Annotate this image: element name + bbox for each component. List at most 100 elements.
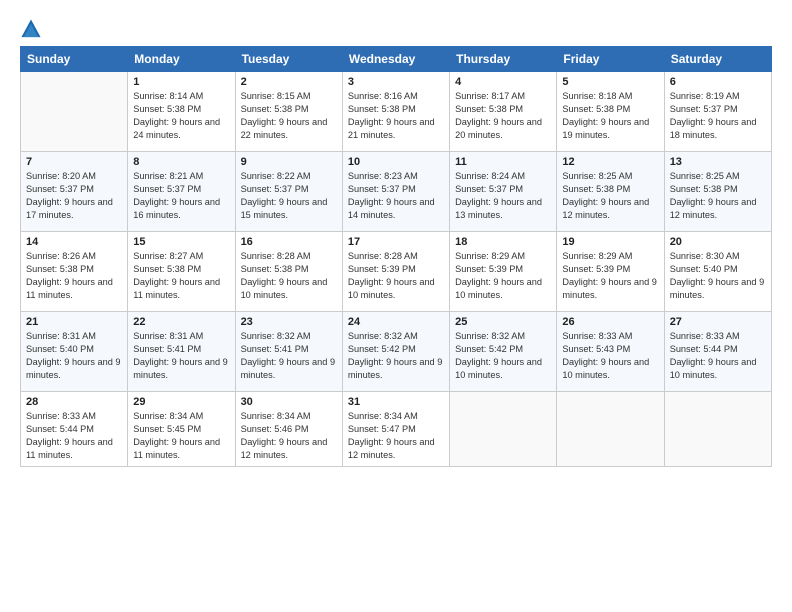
calendar-cell: 27 Sunrise: 8:33 AM Sunset: 5:44 PM Dayl… (664, 312, 771, 392)
day-number: 14 (26, 236, 122, 248)
sunset: Sunset: 5:37 PM (26, 184, 94, 194)
sunset: Sunset: 5:38 PM (562, 104, 630, 114)
calendar-day-header: Wednesday (342, 47, 449, 72)
day-info: Sunrise: 8:16 AM Sunset: 5:38 PM Dayligh… (348, 90, 444, 142)
sunset: Sunset: 5:42 PM (455, 344, 523, 354)
day-info: Sunrise: 8:27 AM Sunset: 5:38 PM Dayligh… (133, 250, 229, 302)
calendar-cell: 28 Sunrise: 8:33 AM Sunset: 5:44 PM Dayl… (21, 392, 128, 467)
day-info: Sunrise: 8:28 AM Sunset: 5:38 PM Dayligh… (241, 250, 337, 302)
sunrise: Sunrise: 8:24 AM (455, 171, 525, 181)
calendar-cell: 13 Sunrise: 8:25 AM Sunset: 5:38 PM Dayl… (664, 152, 771, 232)
day-info: Sunrise: 8:33 AM Sunset: 5:43 PM Dayligh… (562, 330, 658, 382)
day-number: 21 (26, 316, 122, 328)
sunset: Sunset: 5:39 PM (455, 264, 523, 274)
sunset: Sunset: 5:38 PM (562, 184, 630, 194)
sunrise: Sunrise: 8:31 AM (133, 331, 203, 341)
daylight: Daylight: 9 hours and 12 minutes. (241, 437, 328, 460)
logo-icon (20, 18, 42, 40)
daylight: Daylight: 9 hours and 13 minutes. (455, 197, 542, 220)
calendar-cell: 7 Sunrise: 8:20 AM Sunset: 5:37 PM Dayli… (21, 152, 128, 232)
sunset: Sunset: 5:39 PM (348, 264, 416, 274)
day-info: Sunrise: 8:18 AM Sunset: 5:38 PM Dayligh… (562, 90, 658, 142)
calendar-cell: 23 Sunrise: 8:32 AM Sunset: 5:41 PM Dayl… (235, 312, 342, 392)
page: SundayMondayTuesdayWednesdayThursdayFrid… (0, 0, 792, 612)
sunset: Sunset: 5:47 PM (348, 424, 416, 434)
daylight: Daylight: 9 hours and 20 minutes. (455, 117, 542, 140)
daylight: Daylight: 9 hours and 9 minutes. (26, 357, 121, 380)
day-info: Sunrise: 8:25 AM Sunset: 5:38 PM Dayligh… (562, 170, 658, 222)
sunset: Sunset: 5:38 PM (241, 264, 309, 274)
sunrise: Sunrise: 8:32 AM (241, 331, 311, 341)
day-number: 16 (241, 236, 337, 248)
sunrise: Sunrise: 8:19 AM (670, 91, 740, 101)
sunrise: Sunrise: 8:25 AM (670, 171, 740, 181)
sunrise: Sunrise: 8:33 AM (670, 331, 740, 341)
calendar-cell: 10 Sunrise: 8:23 AM Sunset: 5:37 PM Dayl… (342, 152, 449, 232)
daylight: Daylight: 9 hours and 10 minutes. (670, 357, 757, 380)
calendar-cell: 20 Sunrise: 8:30 AM Sunset: 5:40 PM Dayl… (664, 232, 771, 312)
calendar-cell: 25 Sunrise: 8:32 AM Sunset: 5:42 PM Dayl… (450, 312, 557, 392)
calendar-cell: 30 Sunrise: 8:34 AM Sunset: 5:46 PM Dayl… (235, 392, 342, 467)
day-number: 28 (26, 396, 122, 408)
day-number: 6 (670, 76, 766, 88)
day-info: Sunrise: 8:34 AM Sunset: 5:47 PM Dayligh… (348, 410, 444, 462)
daylight: Daylight: 9 hours and 9 minutes. (241, 357, 336, 380)
sunset: Sunset: 5:45 PM (133, 424, 201, 434)
daylight: Daylight: 9 hours and 10 minutes. (562, 357, 649, 380)
sunset: Sunset: 5:42 PM (348, 344, 416, 354)
sunset: Sunset: 5:38 PM (26, 264, 94, 274)
day-number: 25 (455, 316, 551, 328)
daylight: Daylight: 9 hours and 11 minutes. (26, 277, 113, 300)
calendar-cell: 6 Sunrise: 8:19 AM Sunset: 5:37 PM Dayli… (664, 72, 771, 152)
sunrise: Sunrise: 8:32 AM (455, 331, 525, 341)
sunset: Sunset: 5:41 PM (133, 344, 201, 354)
day-info: Sunrise: 8:25 AM Sunset: 5:38 PM Dayligh… (670, 170, 766, 222)
calendar-cell: 29 Sunrise: 8:34 AM Sunset: 5:45 PM Dayl… (128, 392, 235, 467)
daylight: Daylight: 9 hours and 10 minutes. (348, 277, 435, 300)
sunset: Sunset: 5:40 PM (26, 344, 94, 354)
day-info: Sunrise: 8:29 AM Sunset: 5:39 PM Dayligh… (562, 250, 658, 302)
day-number: 26 (562, 316, 658, 328)
daylight: Daylight: 9 hours and 10 minutes. (455, 357, 542, 380)
sunrise: Sunrise: 8:33 AM (562, 331, 632, 341)
calendar-cell: 9 Sunrise: 8:22 AM Sunset: 5:37 PM Dayli… (235, 152, 342, 232)
daylight: Daylight: 9 hours and 10 minutes. (455, 277, 542, 300)
day-info: Sunrise: 8:28 AM Sunset: 5:39 PM Dayligh… (348, 250, 444, 302)
day-number: 20 (670, 236, 766, 248)
sunrise: Sunrise: 8:34 AM (348, 411, 418, 421)
day-info: Sunrise: 8:29 AM Sunset: 5:39 PM Dayligh… (455, 250, 551, 302)
sunrise: Sunrise: 8:18 AM (562, 91, 632, 101)
day-number: 4 (455, 76, 551, 88)
day-number: 10 (348, 156, 444, 168)
sunset: Sunset: 5:38 PM (670, 184, 738, 194)
day-info: Sunrise: 8:33 AM Sunset: 5:44 PM Dayligh… (26, 410, 122, 462)
calendar-cell: 4 Sunrise: 8:17 AM Sunset: 5:38 PM Dayli… (450, 72, 557, 152)
calendar-cell: 15 Sunrise: 8:27 AM Sunset: 5:38 PM Dayl… (128, 232, 235, 312)
day-number: 9 (241, 156, 337, 168)
sunrise: Sunrise: 8:20 AM (26, 171, 96, 181)
sunset: Sunset: 5:38 PM (455, 104, 523, 114)
day-number: 12 (562, 156, 658, 168)
calendar-cell: 24 Sunrise: 8:32 AM Sunset: 5:42 PM Dayl… (342, 312, 449, 392)
day-info: Sunrise: 8:26 AM Sunset: 5:38 PM Dayligh… (26, 250, 122, 302)
daylight: Daylight: 9 hours and 9 minutes. (348, 357, 443, 380)
daylight: Daylight: 9 hours and 18 minutes. (670, 117, 757, 140)
sunrise: Sunrise: 8:28 AM (241, 251, 311, 261)
day-info: Sunrise: 8:20 AM Sunset: 5:37 PM Dayligh… (26, 170, 122, 222)
day-number: 31 (348, 396, 444, 408)
sunrise: Sunrise: 8:21 AM (133, 171, 203, 181)
day-number: 1 (133, 76, 229, 88)
sunset: Sunset: 5:37 PM (133, 184, 201, 194)
day-info: Sunrise: 8:32 AM Sunset: 5:42 PM Dayligh… (348, 330, 444, 382)
day-info: Sunrise: 8:32 AM Sunset: 5:42 PM Dayligh… (455, 330, 551, 382)
logo (20, 18, 44, 40)
sunrise: Sunrise: 8:25 AM (562, 171, 632, 181)
daylight: Daylight: 9 hours and 9 minutes. (670, 277, 765, 300)
day-info: Sunrise: 8:30 AM Sunset: 5:40 PM Dayligh… (670, 250, 766, 302)
calendar-week-row: 28 Sunrise: 8:33 AM Sunset: 5:44 PM Dayl… (21, 392, 772, 467)
daylight: Daylight: 9 hours and 11 minutes. (133, 437, 220, 460)
daylight: Daylight: 9 hours and 24 minutes. (133, 117, 220, 140)
sunset: Sunset: 5:38 PM (241, 104, 309, 114)
calendar-cell: 26 Sunrise: 8:33 AM Sunset: 5:43 PM Dayl… (557, 312, 664, 392)
sunrise: Sunrise: 8:29 AM (455, 251, 525, 261)
